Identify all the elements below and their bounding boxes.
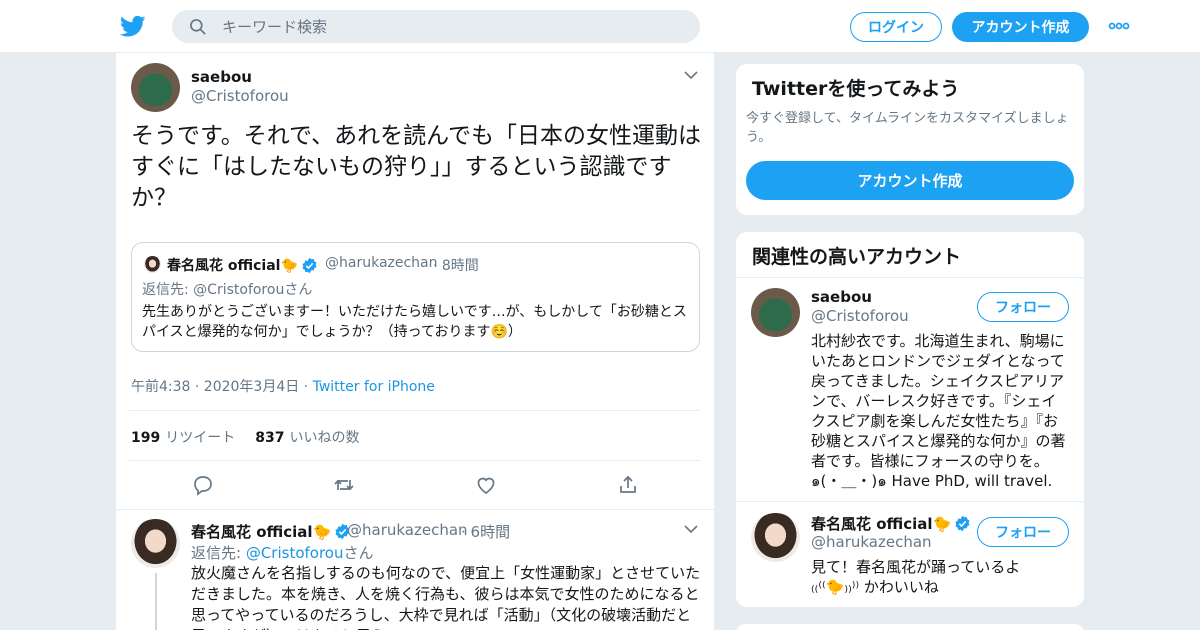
tweet-metadata: 午前4:38 · 2020年3月4日 · Twitter for iPhone (131, 376, 435, 396)
search-input[interactable] (222, 17, 682, 36)
related-accounts-card: 関連性の高いアカウント saebou @Cristoforou フォロー 北村紗… (735, 231, 1085, 608)
reply-text: 放火魔さんを名指しするのも何なので、便宜上「女性運動家」とさせていただきました。… (191, 564, 701, 630)
related-account-name-text: saebou (811, 288, 872, 306)
like-label: いいねの数 (289, 430, 360, 446)
reply-handle-link[interactable]: @Cristoforou (246, 544, 344, 562)
divider (116, 509, 714, 510)
avatar[interactable] (751, 288, 800, 337)
thread-line (155, 573, 157, 630)
twitter-logo-icon[interactable] (120, 13, 146, 39)
tweet-stats: 199 リツイート 837 いいねの数 (131, 427, 359, 447)
tweet-timestamp[interactable]: 午前4:38 · 2020年3月4日 · (131, 379, 313, 395)
like-heart-icon[interactable] (474, 473, 498, 497)
quoted-author-handle: @harukazechan (325, 255, 438, 271)
divider (129, 410, 700, 411)
quoted-time: · 8時間 (433, 258, 479, 274)
related-account-bio: 北村紗衣です。北海道生まれ、駒場にいたあとロンドンでジェダイとなって戻ってきまし… (811, 332, 1066, 490)
reply-suffix: さん (343, 544, 374, 562)
reply-suffix: さん (284, 282, 313, 298)
retweet-stat[interactable]: 199 リツイート (131, 427, 235, 447)
retweet-count: 199 (131, 430, 161, 446)
like-stat[interactable]: 837 いいねの数 (255, 427, 359, 447)
divider (129, 460, 700, 461)
tweet-author-handle[interactable]: @Cristoforou (191, 87, 289, 105)
reply-handle-link[interactable]: @Cristoforou (193, 282, 284, 298)
quoted-tweet[interactable]: 春名風花 official🐤 @harukazechan · 8時間 返信先: … (131, 242, 700, 352)
signup-button[interactable]: アカウント作成 (952, 12, 1089, 42)
tweet-text: そうです。それで、あれを読んでも「日本の女性運動はすぐに「はしたないもの狩り」」… (131, 123, 701, 211)
chevron-down-icon[interactable] (684, 71, 698, 80)
signup-card: Twitterを使ってみよう 今すぐ登録して、タイムラインをカスタマイズしましょ… (735, 63, 1085, 216)
reply-prefix: 返信先: (191, 544, 246, 562)
quoted-reply-context: 返信先: @Cristoforouさん (142, 279, 312, 299)
quoted-author-name: 春名風花 official🐤 (167, 255, 318, 275)
quoted-author-name-text: 春名風花 official🐤 (167, 258, 298, 274)
signup-card-text: 今すぐ登録して、タイムラインをカスタマイズしましょう。 (746, 111, 1069, 145)
verified-badge-icon (302, 257, 317, 273)
share-icon[interactable] (616, 473, 640, 497)
reply-time[interactable]: · 6時間 (461, 521, 510, 542)
follow-button[interactable]: フォロー (977, 517, 1069, 547)
top-bar: ログイン アカウント作成 (0, 0, 1200, 53)
related-account-name[interactable]: 春名風花 official🐤 (811, 513, 971, 534)
next-card-edge (735, 623, 1085, 630)
more-options-icon[interactable] (1108, 20, 1130, 32)
reply-author-handle[interactable]: @harukazechan (347, 521, 468, 539)
tweet-author-name[interactable]: saebou (191, 68, 252, 86)
search-icon (190, 18, 206, 35)
retweet-label: リツイート (165, 430, 236, 446)
tweet-source-link[interactable]: Twitter for iPhone (313, 379, 435, 395)
reply-icon[interactable] (191, 473, 215, 497)
chevron-down-icon[interactable] (684, 525, 698, 534)
divider (736, 277, 1084, 278)
divider (736, 501, 1084, 502)
related-account-name[interactable]: saebou (811, 288, 872, 306)
signup-card-button[interactable]: アカウント作成 (746, 161, 1074, 200)
like-count: 837 (255, 430, 285, 446)
reply-author-name-text: 春名風花 official🐤 (191, 523, 332, 541)
reply-author-name[interactable]: 春名風花 official🐤 (191, 521, 351, 542)
signup-card-title: Twitterを使ってみよう (752, 78, 960, 100)
main-timeline-column: saebou @Cristoforou そうです。それで、あれを読んでも「日本の… (115, 53, 715, 630)
avatar[interactable] (131, 63, 180, 112)
related-accounts-title: 関連性の高いアカウント (752, 246, 962, 268)
follow-button[interactable]: フォロー (977, 292, 1069, 322)
reply-context: 返信先: @Cristoforouさん (191, 542, 374, 563)
related-account-name-text: 春名風花 official🐤 (811, 515, 952, 533)
search-box[interactable] (172, 10, 700, 43)
related-account-handle[interactable]: @harukazechan (811, 533, 932, 551)
avatar (144, 256, 161, 273)
reply-prefix: 返信先: (142, 282, 194, 298)
related-account-handle[interactable]: @Cristoforou (811, 307, 909, 325)
quoted-text: 先生ありがとうございますー！いただけたら嬉しいです…が、もしかして「お砂糖とスパ… (142, 304, 687, 340)
login-button[interactable]: ログイン (850, 12, 942, 42)
verified-badge-icon (955, 515, 970, 532)
avatar[interactable] (751, 513, 800, 562)
related-account-bio: 見て！春名風花が踊っているよ ₍₍⁽⁽🐤₎₎⁾⁾ かわいいね (811, 558, 1021, 596)
avatar[interactable] (131, 519, 180, 568)
retweet-icon[interactable] (332, 473, 356, 497)
